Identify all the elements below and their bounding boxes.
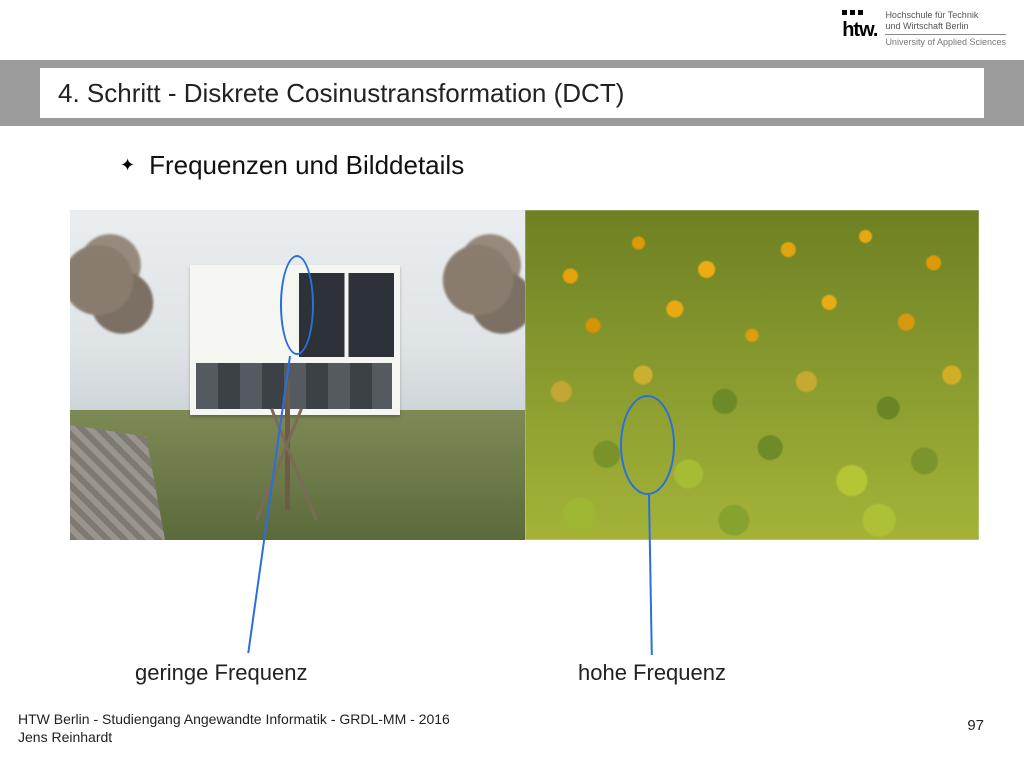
image-row [70, 210, 979, 540]
logo-line1: Hochschule für Technik [885, 10, 1006, 21]
annotation-ellipse-right [620, 395, 675, 495]
bullet-row: ✦ Frequenzen und Bilddetails [120, 150, 464, 181]
logo-subtitle: Hochschule für Technik und Wirtschaft Be… [885, 10, 1006, 47]
logo-line3: University of Applied Sciences [885, 34, 1006, 48]
caption-high-frequency: hohe Frequenz [578, 660, 726, 686]
footer-line2: Jens Reinhardt [18, 728, 450, 746]
bullet-text: Frequenzen und Bilddetails [149, 150, 464, 181]
bullet-marker-icon: ✦ [120, 155, 135, 176]
annotation-ellipse-left [280, 255, 314, 355]
logo-mark: htw. [842, 10, 877, 42]
image-right-flowers [525, 210, 980, 540]
slide-title: 4. Schritt - Diskrete Cosinustransformat… [40, 68, 984, 118]
logo-text: htw. [842, 19, 877, 42]
footer-line1: HTW Berlin - Studiengang Angewandte Info… [18, 710, 450, 728]
caption-low-frequency: geringe Frequenz [135, 660, 307, 686]
logo-line2: und Wirtschaft Berlin [885, 21, 1006, 32]
footer: HTW Berlin - Studiengang Angewandte Info… [18, 710, 450, 746]
university-logo: htw. Hochschule für Technik und Wirtscha… [842, 10, 1006, 47]
page-number: 97 [967, 717, 984, 734]
header: htw. Hochschule für Technik und Wirtscha… [0, 0, 1024, 60]
logo-dots-icon [842, 10, 863, 15]
